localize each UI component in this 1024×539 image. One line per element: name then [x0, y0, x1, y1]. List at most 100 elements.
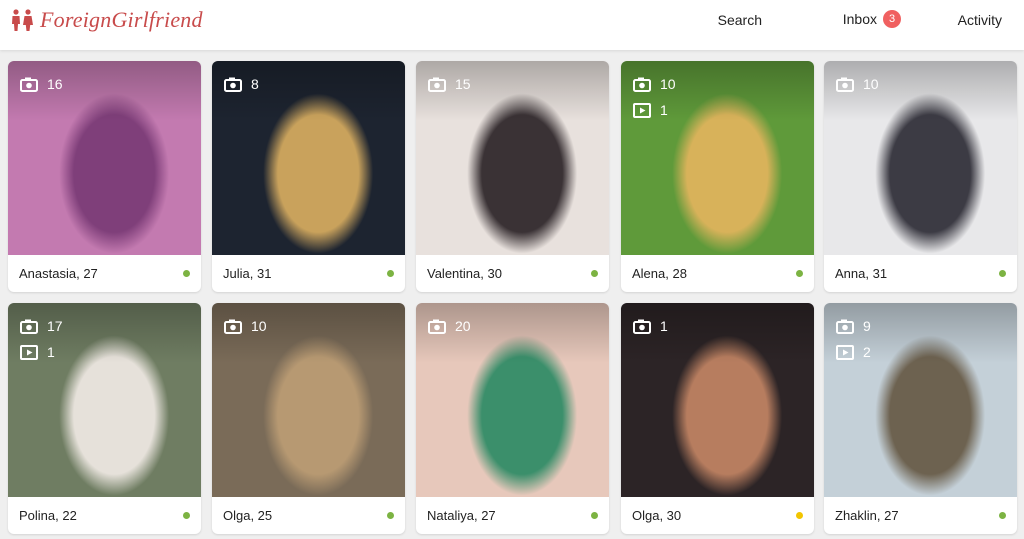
photo-count-value: 9 [863, 318, 871, 334]
profile-caption[interactable]: Julia, 31 [212, 255, 405, 292]
camera-icon [428, 319, 446, 334]
media-counts: 1 [633, 315, 668, 341]
photo-count: 20 [428, 315, 471, 337]
profile-caption[interactable]: Olga, 25 [212, 497, 405, 534]
profile-photo[interactable]: 1 [621, 303, 814, 497]
photo-count: 10 [836, 73, 879, 95]
profile-photo[interactable]: 10 1 [621, 61, 814, 255]
video-count: 2 [836, 341, 871, 363]
profile-photo[interactable]: 8 [212, 61, 405, 255]
photo-count-value: 10 [251, 318, 267, 334]
profile-name-age: Polina, 22 [19, 508, 77, 523]
media-counts: 17 1 [20, 315, 63, 367]
profile-photo[interactable]: 16 [8, 61, 201, 255]
profile-photo[interactable]: 92 [824, 303, 1017, 497]
online-status-dot [591, 270, 598, 277]
online-status-dot [796, 270, 803, 277]
camera-icon [428, 77, 446, 92]
profile-card[interactable]: 9 2 Zhaklin, 27 [824, 303, 1017, 534]
profile-name-age: Valentina, 30 [427, 266, 502, 281]
camera-icon [224, 77, 242, 92]
profile-name-age: Olga, 30 [632, 508, 682, 523]
photo-count-value: 16 [47, 76, 63, 92]
profile-name-age: Nataliya, 27 [427, 508, 496, 523]
camera-icon [633, 77, 651, 92]
video-count-value: 1 [47, 344, 55, 360]
profile-name-age: Zhaklin, 27 [835, 508, 899, 523]
photo-count-value: 15 [455, 76, 471, 92]
profile-caption[interactable]: Valentina, 30 [416, 255, 609, 292]
online-status-dot [183, 270, 190, 277]
profile-photo[interactable]: 10 [212, 303, 405, 497]
video-icon [633, 102, 651, 118]
profile-caption[interactable]: Nataliya, 27 [416, 497, 609, 534]
media-counts: 16 [20, 73, 63, 99]
photo-count: 16 [20, 73, 63, 95]
online-status-dot [387, 512, 394, 519]
profile-card[interactable]: 10 1 Alena, 28 [621, 61, 814, 292]
site-logo[interactable]: ForeignGirlfriend [10, 7, 203, 33]
nav-inbox-link[interactable]: Inbox 3 [843, 10, 901, 28]
photo-count: 10 [224, 315, 267, 337]
top-bar: ForeignGirlfriend Search Inbox 3 Activit… [0, 0, 1024, 50]
profile-caption[interactable]: Alena, 28 [621, 255, 814, 292]
media-counts: 15 [428, 73, 471, 99]
photo-count-value: 8 [251, 76, 259, 92]
online-status-dot [999, 270, 1006, 277]
nav-activity-link[interactable]: Activity [958, 12, 1002, 28]
camera-icon [224, 319, 242, 334]
media-counts: 10 [836, 73, 879, 99]
photo-count: 9 [836, 315, 871, 337]
profile-name-age: Anna, 31 [835, 266, 888, 281]
video-count: 1 [633, 99, 676, 121]
photo-count-value: 10 [863, 76, 879, 92]
media-counts: 10 [224, 315, 267, 341]
profile-name-age: Julia, 31 [223, 266, 272, 281]
photo-count-value: 20 [455, 318, 471, 334]
profile-card[interactable]: 16 Anastasia, 27 [8, 61, 201, 292]
nav-inbox-label: Inbox [842, 11, 877, 27]
profile-caption[interactable]: Polina, 22 [8, 497, 201, 534]
media-counts: 10 1 [633, 73, 676, 125]
profile-name-age: Olga, 25 [223, 508, 273, 523]
media-counts: 92 [836, 315, 871, 367]
profile-card[interactable]: 20 Nataliya, 27 [416, 303, 609, 534]
media-counts: 8 [224, 73, 259, 99]
online-status-dot [999, 512, 1006, 519]
nav-search-link[interactable]: Search [718, 12, 762, 28]
profile-photo[interactable]: 10 [824, 61, 1017, 255]
online-status-dot [591, 512, 598, 519]
video-count-value: 1 [660, 102, 668, 118]
camera-icon [836, 319, 854, 334]
profile-caption[interactable]: Anna, 31 [824, 255, 1017, 292]
logo-text: ForeignGirlfriend [40, 7, 203, 32]
profile-name-age: Alena, 28 [632, 266, 687, 281]
profile-photo[interactable]: 20 [416, 303, 609, 497]
video-count: 1 [20, 341, 63, 363]
video-icon [836, 344, 854, 360]
photo-count-value: 10 [660, 76, 676, 92]
profile-name-age: Anastasia, 27 [19, 266, 98, 281]
photo-count: 15 [428, 73, 471, 95]
online-status-dot [387, 270, 394, 277]
profile-card[interactable]: 8 Julia, 31 [212, 61, 405, 292]
profile-card[interactable]: 10 Anna, 31 [824, 61, 1017, 292]
profile-card[interactable]: 17 1 Polina, 22 [8, 303, 201, 534]
couple-icon [10, 9, 34, 31]
camera-icon [20, 77, 38, 92]
photo-count-value: 1 [660, 318, 668, 334]
inbox-count-badge: 3 [883, 10, 901, 28]
profile-caption[interactable]: Olga, 30 [621, 497, 814, 534]
online-status-dot [183, 512, 190, 519]
online-status-dot [796, 512, 803, 519]
profile-card[interactable]: 1 Olga, 30 [621, 303, 814, 534]
profile-caption[interactable]: Anastasia, 27 [8, 255, 201, 292]
profile-photo[interactable]: 15 [416, 61, 609, 255]
camera-icon [633, 319, 651, 334]
profile-card[interactable]: 10 Olga, 25 [212, 303, 405, 534]
camera-icon [20, 319, 38, 334]
media-counts: 20 [428, 315, 471, 341]
profile-caption[interactable]: Zhaklin, 27 [824, 497, 1017, 534]
profile-card[interactable]: 15 Valentina, 30 [416, 61, 609, 292]
profile-photo[interactable]: 17 1 [8, 303, 201, 497]
